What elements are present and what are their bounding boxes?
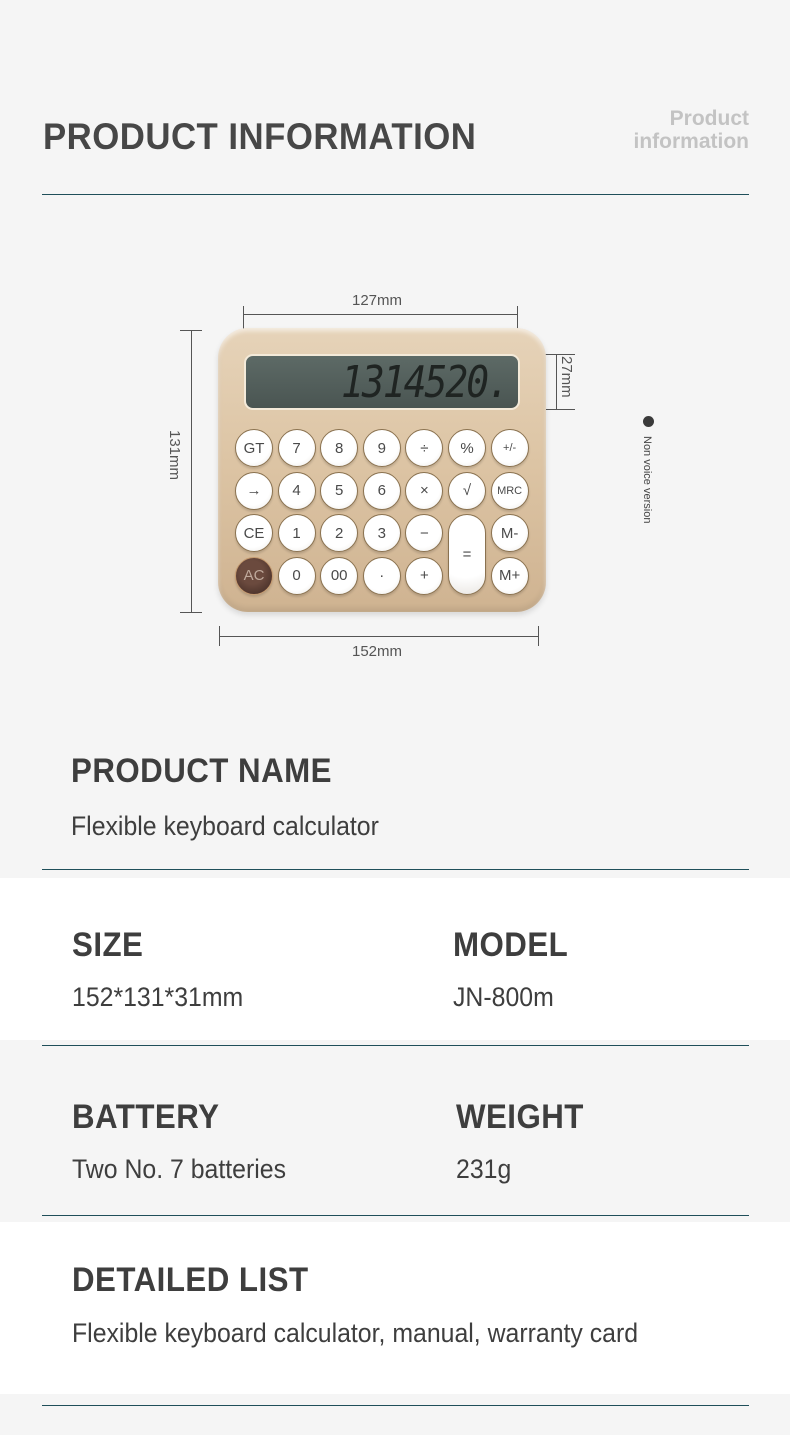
weight-value: 231g xyxy=(456,1154,512,1184)
calculator-key: 4 xyxy=(277,471,316,510)
calculator-key: − xyxy=(405,514,444,552)
calculator-key: 00 xyxy=(320,556,359,595)
calculator-key: 7 xyxy=(277,429,316,467)
height-line xyxy=(191,330,192,612)
size-value: 152*131*31mm xyxy=(72,982,244,1012)
height-label: 131mm xyxy=(166,430,183,481)
calculator-key: M+ xyxy=(490,556,529,595)
section-detailed-list xyxy=(0,1222,790,1394)
calculator-key: · xyxy=(362,556,401,595)
model-value: JN-800m xyxy=(453,982,554,1012)
model-label: MODEL xyxy=(453,926,569,964)
width-tick-left xyxy=(219,626,220,646)
calculator-key: 0 xyxy=(277,556,316,595)
battery-value: Two No. 7 batteries xyxy=(72,1154,287,1184)
page-title: PRODUCT INFORMATION xyxy=(43,116,477,157)
calculator-key: 2 xyxy=(320,514,359,552)
version-note: Non voice version xyxy=(641,436,653,524)
width-line xyxy=(219,636,539,637)
width-label: 152mm xyxy=(352,643,403,660)
divider-2 xyxy=(42,1045,749,1046)
calculator-display: 1314520. xyxy=(244,354,520,410)
height-tick-top xyxy=(180,330,202,331)
screen-height-label: 27mm xyxy=(558,356,575,398)
calculator-key: × xyxy=(405,471,444,510)
calculator-key: + xyxy=(405,556,444,595)
divider-3 xyxy=(42,1215,749,1216)
height-tick-bottom xyxy=(180,612,202,613)
calculator-key: +/- xyxy=(490,429,529,467)
detailed-list-label: DETAILED LIST xyxy=(72,1261,309,1299)
battery-label: BATTERY xyxy=(72,1098,220,1136)
calculator-key: = xyxy=(448,514,486,595)
product-name-label: PRODUCT NAME xyxy=(71,752,332,790)
calculator-key: 5 xyxy=(320,471,359,510)
size-label: SIZE xyxy=(72,926,144,964)
bullet-dot-icon xyxy=(643,416,654,427)
calculator-image: 1314520. GT 7 8 9 ÷% +/- → 4 5 6 × √ MRC CE 1 2 3− = M- AC 0… xyxy=(218,328,546,612)
calculator-key: 1 xyxy=(277,514,316,552)
calculator-key: 3 xyxy=(362,514,401,552)
screen-width-line xyxy=(243,314,518,315)
calculator-key: 9 xyxy=(362,429,401,467)
calculator-key: CE xyxy=(235,514,273,552)
divider-4 xyxy=(42,1405,749,1406)
display-value: 1314520. xyxy=(340,356,510,408)
subtitle-line-1: Product xyxy=(669,107,749,130)
screen-height-line xyxy=(556,354,557,410)
calculator-key: 6 xyxy=(362,471,401,510)
section-bottom xyxy=(0,1394,790,1435)
calculator-key: M- xyxy=(490,514,529,552)
product-name-value: Flexible keyboard calculator xyxy=(71,811,379,841)
page-subtitle: Product information xyxy=(634,107,750,153)
calculator-key: √ xyxy=(448,471,486,510)
subtitle-line-2: information xyxy=(633,130,750,153)
header-divider xyxy=(42,194,749,195)
calculator-key: ÷ xyxy=(405,429,444,467)
weight-label: WEIGHT xyxy=(456,1098,584,1136)
calculator-key: % xyxy=(448,429,486,467)
width-tick-right xyxy=(538,626,539,646)
divider-1 xyxy=(42,869,749,870)
calculator-key: 8 xyxy=(320,429,359,467)
calculator-key: GT xyxy=(235,429,273,467)
calculator-key: AC xyxy=(235,556,273,595)
calculator-key: MRC xyxy=(490,471,529,510)
detailed-list-value: Flexible keyboard calculator, manual, wa… xyxy=(72,1318,639,1348)
screen-width-label: 127mm xyxy=(352,292,403,309)
calculator-key: → xyxy=(235,471,273,510)
